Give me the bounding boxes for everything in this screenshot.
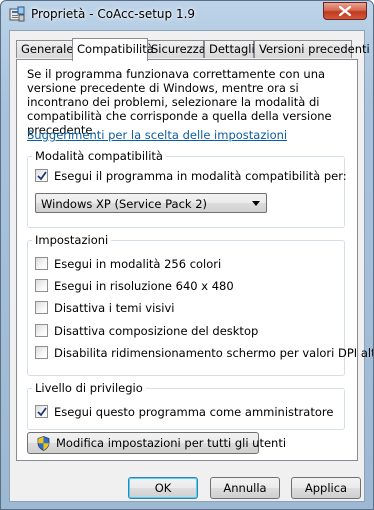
tab-generale[interactable]: Generale: [16, 40, 74, 58]
window-title: Proprietà - CoAcc-setup 1.9: [31, 7, 196, 21]
compatibility-mode-legend: Modalità compatibilità: [32, 149, 166, 163]
os-version-selected: Windows XP (Service Pack 2): [41, 197, 208, 211]
option-256-colors-checkbox[interactable]: [35, 257, 48, 270]
change-settings-all-users-label: Modifica impostazioni per tutti gli uten…: [56, 436, 287, 450]
privilege-level-legend: Livello di privilegio: [32, 381, 146, 395]
run-as-admin-checkbox[interactable]: [35, 405, 48, 418]
close-icon: [339, 6, 351, 16]
option-disable-visual-themes-checkbox[interactable]: [35, 301, 48, 314]
compatibility-mode-label: Esegui il programma in modalità compatib…: [54, 169, 347, 183]
checkmark-icon: [37, 171, 47, 181]
settings-legend: Impostazioni: [32, 233, 112, 247]
close-button[interactable]: [323, 2, 367, 20]
option-disable-desktop-composition-label: Disattiva composizione del desktop: [54, 324, 259, 338]
tab-sicurezza[interactable]: Sicurezza: [146, 40, 206, 58]
os-version-select[interactable]: Windows XP (Service Pack 2): [35, 193, 267, 213]
option-disable-dpi-scaling-checkbox[interactable]: [35, 346, 48, 359]
setup-program-icon: [9, 6, 25, 22]
properties-window: Proprietà - CoAcc-setup 1.9 Generale Com…: [0, 0, 374, 510]
uac-shield-icon: [37, 436, 50, 451]
compatibility-tab-panel: Se il programma funzionava correttamente…: [16, 59, 373, 461]
dialog-client-area: Generale Compatibilità Sicurezza Dettagl…: [9, 30, 373, 502]
tab-versioni-precedenti[interactable]: Versioni precedenti: [254, 40, 370, 58]
apply-button[interactable]: Applica: [291, 477, 361, 499]
option-disable-visual-themes-label: Disattiva i temi visivi: [54, 301, 175, 315]
tab-dettagli[interactable]: Dettagli: [204, 40, 255, 58]
ok-button[interactable]: OK: [128, 477, 198, 499]
option-640x480-label: Esegui in risoluzione 640 x 480: [54, 279, 234, 293]
option-disable-desktop-composition-checkbox[interactable]: [35, 324, 48, 337]
privilege-level-group: Livello di privilegio Esegui questo prog…: [27, 381, 345, 430]
change-settings-all-users-button[interactable]: Modifica impostazioni per tutti gli uten…: [27, 432, 286, 454]
option-640x480-checkbox[interactable]: [35, 279, 48, 292]
compatibility-mode-group: Modalità compatibilità Esegui il program…: [27, 149, 347, 228]
option-disable-dpi-scaling-label: Disabilita ridimensionamento schermo per…: [54, 346, 374, 360]
intro-text: Se il programma funzionava correttamente…: [27, 67, 332, 137]
cancel-button[interactable]: Annulla: [210, 477, 280, 499]
run-as-admin-label: Esegui questo programma come amministrat…: [54, 405, 334, 419]
tab-compatibilita[interactable]: Compatibilità: [72, 38, 154, 61]
settings-help-link[interactable]: Suggerimenti per la scelta delle imposta…: [27, 128, 287, 142]
option-256-colors-label: Esegui in modalità 256 colori: [54, 257, 222, 271]
compatibility-mode-checkbox[interactable]: [35, 169, 48, 182]
checkmark-icon: [37, 407, 47, 417]
chevron-down-icon: [252, 201, 260, 206]
title-bar[interactable]: Proprietà - CoAcc-setup 1.9: [1, 1, 373, 29]
settings-group: Impostazioni Esegui in modalità 256 colo…: [27, 233, 373, 376]
